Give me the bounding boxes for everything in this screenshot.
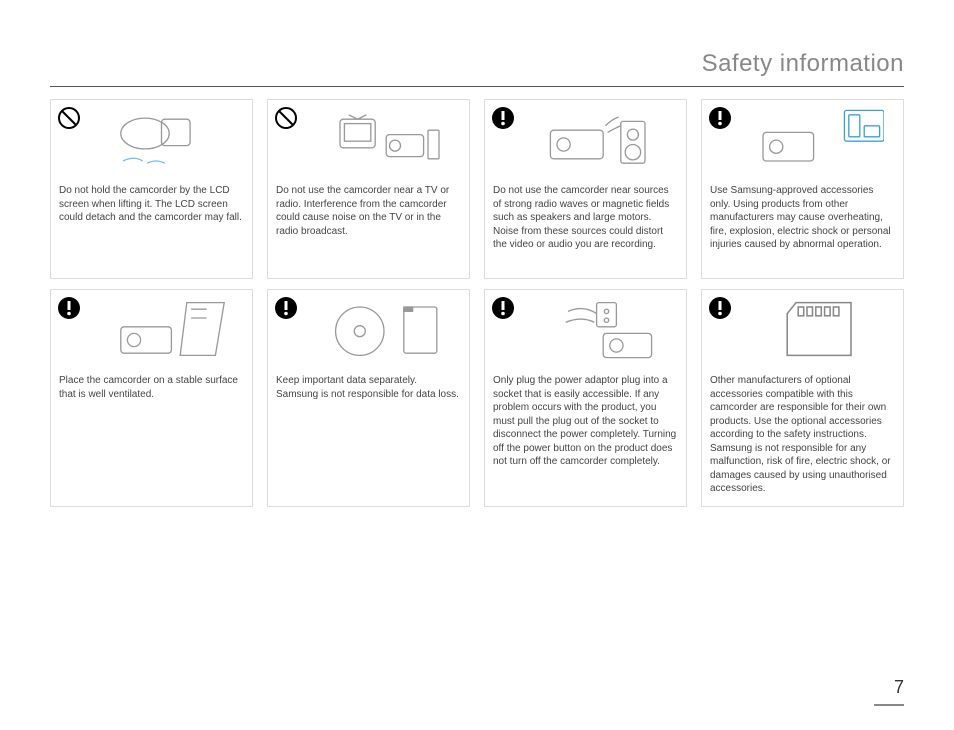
safety-card: Keep important data separately. Samsung … — [267, 289, 470, 507]
caution-icon — [57, 296, 81, 320]
card-text: Place the camcorder on a stable surface … — [51, 368, 252, 504]
safety-card: Only plug the power adaptor plug into a … — [484, 289, 687, 507]
card-text: Other manufacturers of optional accessor… — [702, 368, 903, 506]
accessories-illustration — [738, 106, 897, 172]
plug-illustration — [521, 296, 680, 362]
safety-card: Do not use the camcorder near a TV or ra… — [267, 99, 470, 279]
tv-radio-illustration — [304, 106, 463, 172]
prohibit-icon — [274, 106, 298, 130]
prohibit-icon — [57, 106, 81, 130]
safety-card: Do not use the camcorder near sources of… — [484, 99, 687, 279]
card-illustration — [702, 290, 903, 368]
card-text: Keep important data separately. Samsung … — [268, 368, 469, 504]
card-text: Only plug the power adaptor plug into a … — [485, 368, 686, 504]
camcorder-lcd-illustration — [87, 106, 246, 172]
page-header: Safety information — [50, 50, 904, 78]
card-illustration — [51, 100, 252, 178]
caution-icon — [708, 106, 732, 130]
card-text: Do not hold the camcorder by the LCD scr… — [51, 178, 252, 278]
surface-illustration — [87, 296, 246, 362]
page-number-rule — [874, 704, 904, 706]
page: Safety information Do not hold the camco… — [0, 0, 954, 730]
safety-card: Use Samsung-approved accessories only. U… — [701, 99, 904, 279]
card-text: Use Samsung-approved accessories only. U… — [702, 178, 903, 278]
card-illustration — [51, 290, 252, 368]
caution-icon — [274, 296, 298, 320]
caution-icon — [708, 296, 732, 320]
safety-card: Other manufacturers of optional accessor… — [701, 289, 904, 507]
disc-card-illustration — [304, 296, 463, 362]
card-illustration — [485, 290, 686, 368]
caution-icon — [491, 296, 515, 320]
speaker-illustration — [521, 106, 680, 172]
page-number: 7 — [894, 677, 904, 698]
card-text: Do not use the camcorder near a TV or ra… — [268, 178, 469, 278]
card-text: Do not use the camcorder near sources of… — [485, 178, 686, 278]
card-illustration — [268, 100, 469, 178]
page-title: Safety information — [702, 50, 904, 77]
card-illustration — [702, 100, 903, 178]
sd-card-illustration — [738, 296, 897, 362]
card-illustration — [268, 290, 469, 368]
safety-card: Place the camcorder on a stable surface … — [50, 289, 253, 507]
caution-icon — [491, 106, 515, 130]
header-rule — [50, 86, 904, 87]
safety-card: Do not hold the camcorder by the LCD scr… — [50, 99, 253, 279]
card-illustration — [485, 100, 686, 178]
safety-grid: Do not hold the camcorder by the LCD scr… — [50, 99, 904, 507]
